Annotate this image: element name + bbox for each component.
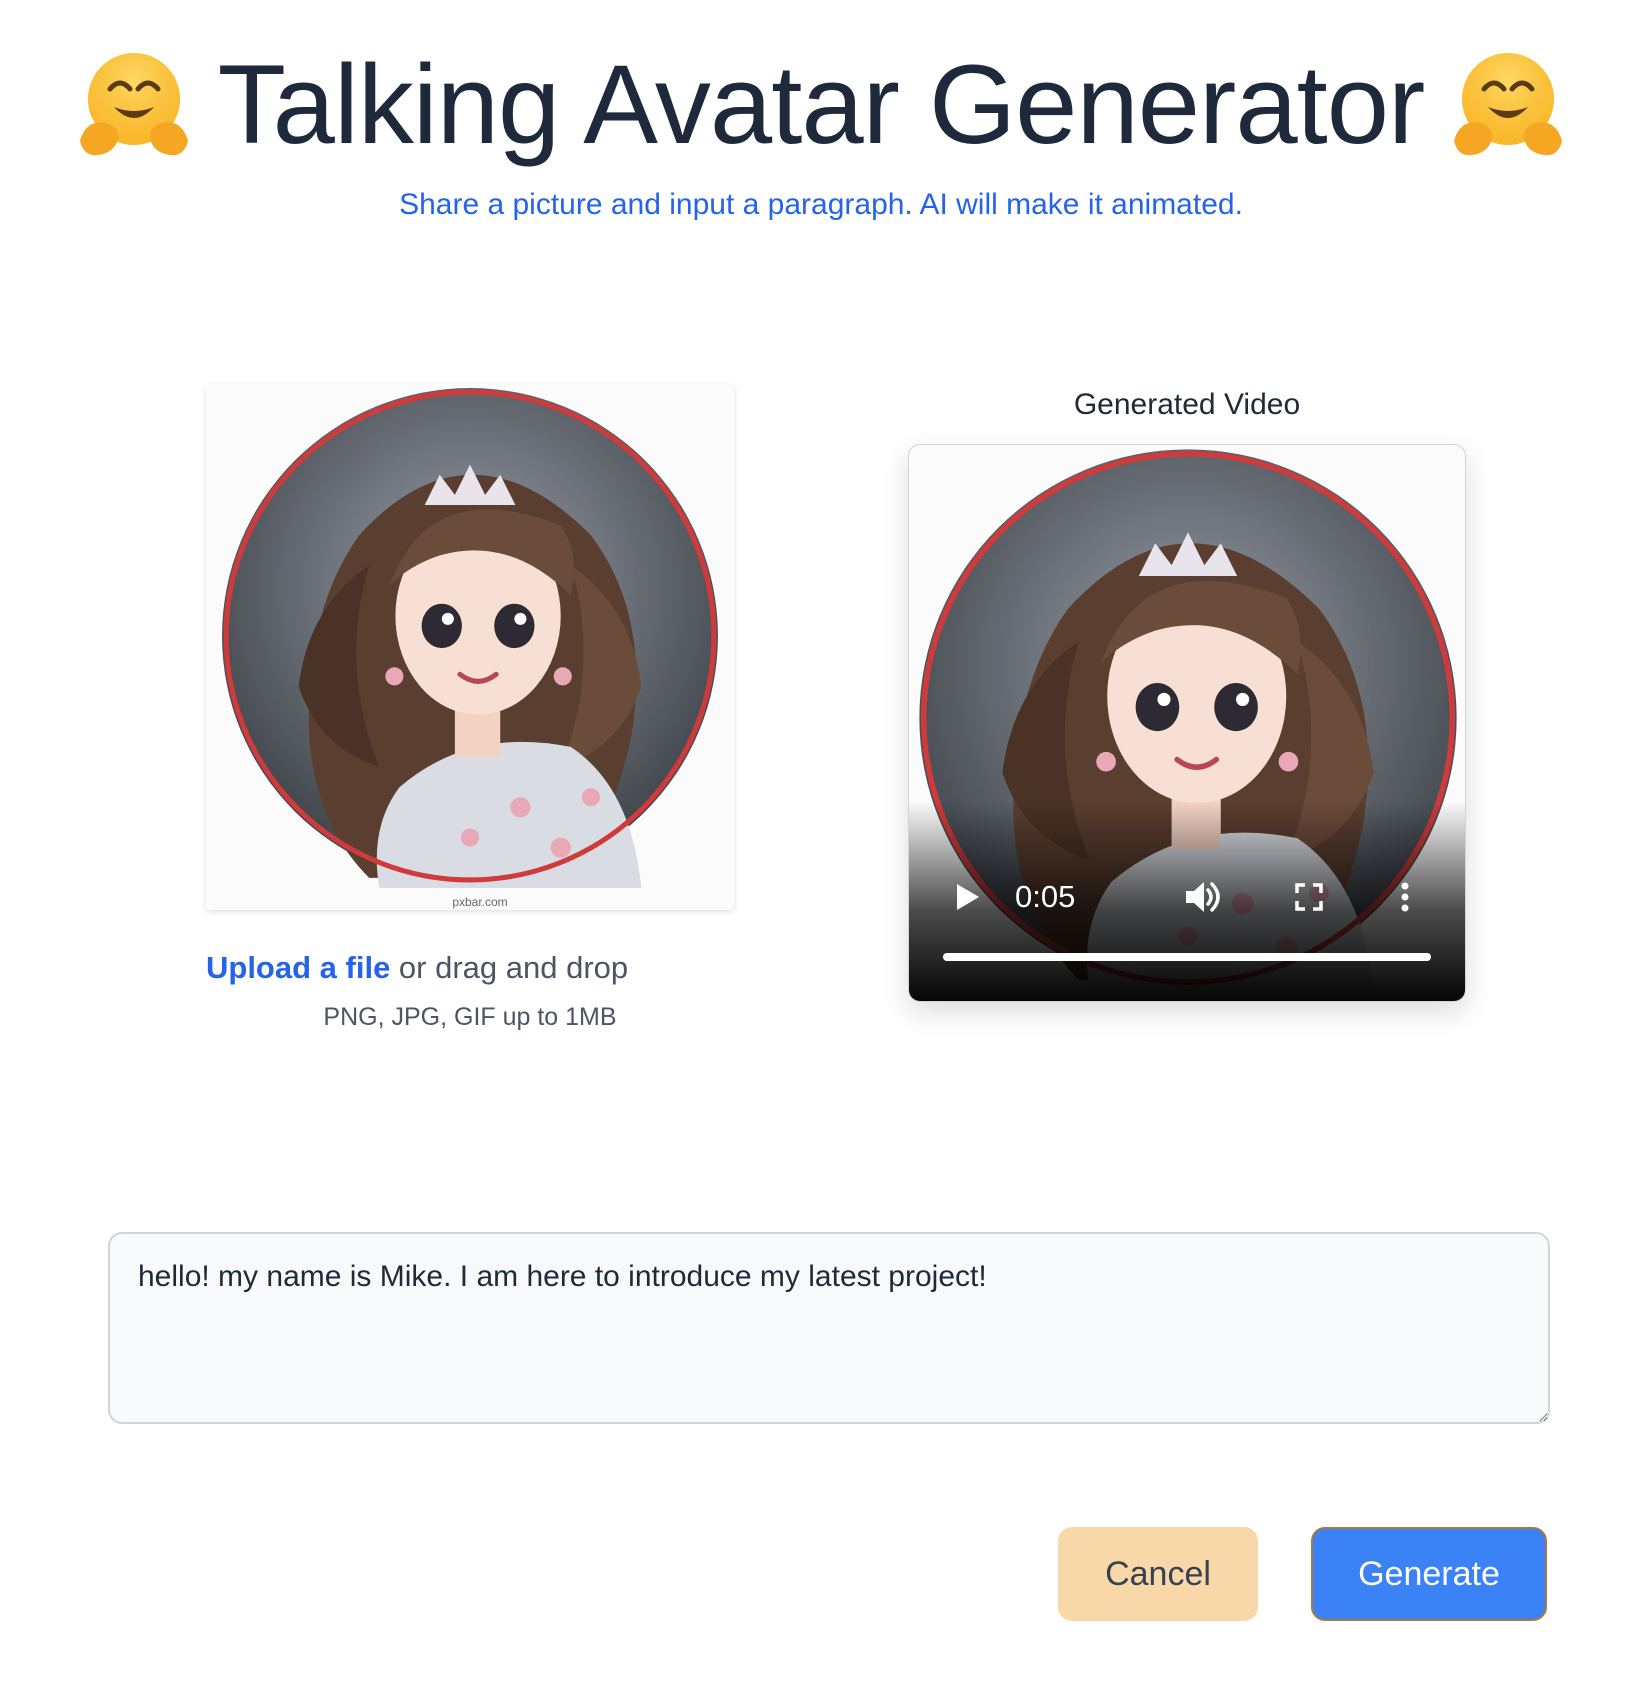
uploaded-image-preview[interactable]: pxbar.com	[206, 384, 734, 910]
volume-button[interactable]	[1181, 875, 1225, 919]
cancel-button[interactable]: Cancel	[1058, 1527, 1258, 1621]
video-progress-fill	[943, 953, 1431, 961]
play-icon	[957, 884, 979, 910]
page-title: Talking Avatar Generator	[217, 42, 1426, 167]
fullscreen-button[interactable]	[1289, 877, 1329, 917]
avatar-image: pxbar.com	[206, 384, 734, 909]
upload-instructions: Upload a file or drag and drop	[206, 950, 628, 986]
video-progress-bar[interactable]	[943, 953, 1431, 961]
more-options-button[interactable]	[1393, 877, 1417, 917]
header: Talking Avatar Generator Share a picture…	[0, 40, 1642, 222]
hugging-face-icon	[74, 45, 194, 165]
generated-video-player[interactable]: 0:05	[908, 444, 1466, 1002]
fullscreen-icon	[1295, 883, 1323, 911]
volume-icon	[1186, 882, 1220, 912]
paragraph-input[interactable]: hello! my name is Mike. I am here to int…	[108, 1232, 1550, 1424]
more-options-icon	[1401, 882, 1409, 912]
play-button[interactable]	[947, 877, 987, 917]
drag-drop-text: or drag and drop	[390, 950, 629, 985]
file-type-hint: PNG, JPG, GIF up to 1MB	[323, 1003, 617, 1031]
video-label: Generated Video	[1073, 388, 1301, 421]
page-subtitle: Share a picture and input a paragraph. A…	[399, 188, 1243, 221]
video-time: 0:05	[1015, 879, 1076, 914]
title-row: Talking Avatar Generator	[0, 40, 1642, 170]
hugging-face-icon	[1448, 45, 1568, 165]
generate-button[interactable]: Generate	[1311, 1527, 1547, 1621]
image-caption: pxbar.com	[452, 895, 507, 909]
upload-file-link[interactable]: Upload a file	[206, 950, 390, 985]
